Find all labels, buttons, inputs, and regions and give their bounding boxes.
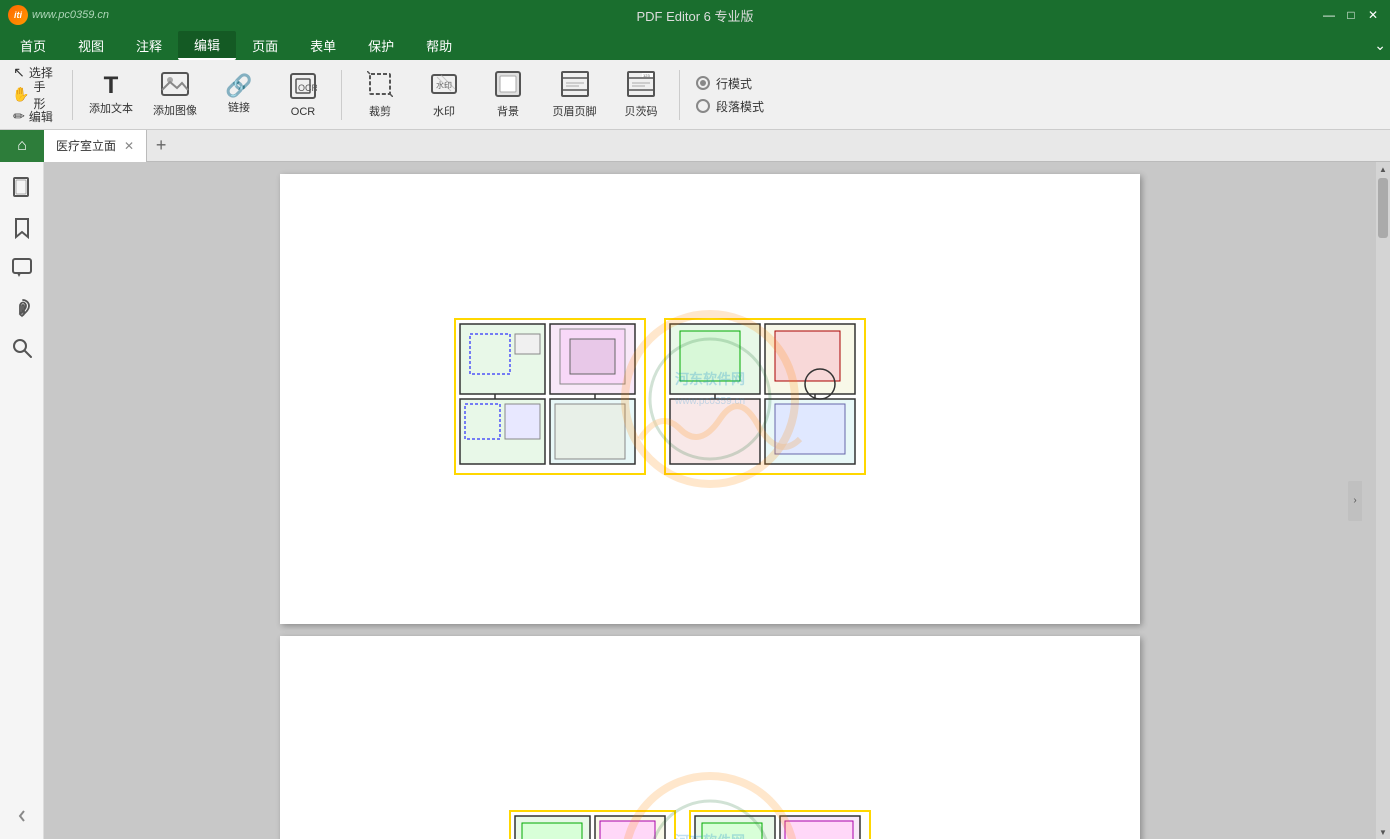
menu-item-comment[interactable]: 注释 — [120, 32, 178, 59]
floor-plan-2: 河东软件网 www.pc0359.cn — [280, 636, 1140, 839]
doc-tab-label: 医疗室立面 — [56, 137, 116, 154]
main-area: 河东软件网 www.pc0359.cn — [0, 162, 1390, 839]
toolbar: ↖ 选择 ✋ 手形 ✏ 编辑 T 添加文本 添加图像 🔗 链接 — [0, 60, 1390, 130]
background-button[interactable]: 背景 — [478, 65, 538, 125]
header-footer-icon — [561, 71, 589, 101]
menu-item-form[interactable]: 表单 — [294, 32, 352, 59]
brand-logo: iti www.pc0359.cn — [8, 5, 109, 25]
add-text-button[interactable]: T 添加文本 — [81, 65, 141, 125]
app-logo-icon: iti — [8, 5, 28, 25]
scroll-up-arrow[interactable]: ▲ — [1376, 162, 1390, 176]
crop-button[interactable]: 裁剪 — [350, 65, 410, 125]
bates-label: 贝茨码 — [625, 103, 658, 119]
bates-button[interactable]: 123 贝茨码 — [611, 65, 671, 125]
ocr-label: OCR — [291, 106, 315, 118]
paragraph-mode-label: 段落模式 — [716, 98, 764, 115]
separator-1 — [72, 70, 73, 120]
expand-arrow[interactable]: ⌄ — [1374, 37, 1386, 54]
scroll-thumb[interactable] — [1378, 178, 1388, 238]
menu-item-protect[interactable]: 保护 — [352, 32, 410, 59]
header-footer-button[interactable]: 页眉页脚 — [542, 65, 607, 125]
watermark-icon: 水印 — [431, 71, 457, 101]
separator-3 — [679, 70, 680, 120]
edit-tool[interactable]: ✏ 编辑 — [8, 107, 58, 127]
menu-item-home[interactable]: 首页 — [4, 32, 62, 59]
menu-bar: 首页 视图 注释 编辑 页面 表单 保护 帮助 ⌄ — [0, 30, 1390, 60]
menu-item-page[interactable]: 页面 — [236, 32, 294, 59]
menu-item-help[interactable]: 帮助 — [410, 32, 468, 59]
ocr-button[interactable]: OCR OCR — [273, 65, 333, 125]
hand-tool[interactable]: ✋ 手形 — [8, 85, 58, 105]
home-tab[interactable]: ⌂ — [0, 130, 44, 162]
background-icon — [495, 71, 521, 101]
ocr-icon: OCR — [289, 72, 317, 104]
window-controls: — □ ✕ — [1320, 6, 1382, 24]
sidebar-bookmarks-icon[interactable] — [4, 210, 40, 246]
title-bar: iti www.pc0359.cn PDF Editor 6 专业版 — □ ✕ — [0, 0, 1390, 30]
floor-plan-svg-2 — [500, 806, 920, 839]
add-tab-button[interactable]: + — [147, 132, 175, 160]
doc-tab-close[interactable]: ✕ — [124, 139, 134, 153]
row-mode-radio[interactable] — [696, 76, 710, 90]
row-mode-option[interactable]: 行模式 — [696, 75, 764, 92]
scroll-down-arrow[interactable]: ▼ — [1376, 825, 1390, 839]
sidebar-attachments-icon[interactable] — [4, 290, 40, 326]
watermark-button[interactable]: 水印 水印 — [414, 65, 474, 125]
row-mode-label: 行模式 — [716, 75, 752, 92]
add-text-label: 添加文本 — [89, 100, 133, 116]
pdf-page-1: 河东软件网 www.pc0359.cn — [280, 174, 1140, 624]
svg-text:123: 123 — [643, 73, 650, 78]
sidebar-comments-icon[interactable] — [4, 250, 40, 286]
add-image-label: 添加图像 — [153, 102, 197, 118]
link-button[interactable]: 🔗 链接 — [209, 65, 269, 125]
mode-options: 行模式 段落模式 — [696, 75, 764, 115]
sidebar-search-icon[interactable] — [4, 330, 40, 366]
content-area: 河东软件网 www.pc0359.cn — [44, 162, 1376, 839]
left-sidebar — [0, 162, 44, 839]
right-scrollbar: ▲ ▼ — [1376, 162, 1390, 839]
window-title: PDF Editor 6 专业版 — [636, 6, 753, 25]
close-button[interactable]: ✕ — [1364, 6, 1382, 24]
document-tab-1[interactable]: 医疗室立面 ✕ — [44, 130, 147, 162]
minimize-button[interactable]: — — [1320, 6, 1338, 24]
watermark-label: 水印 — [433, 103, 455, 119]
svg-text:OCR: OCR — [298, 83, 317, 93]
menu-item-edit[interactable]: 编辑 — [178, 31, 236, 60]
maximize-button[interactable]: □ — [1342, 6, 1360, 24]
background-label: 背景 — [497, 103, 519, 119]
crop-label: 裁剪 — [369, 103, 391, 119]
bates-icon: 123 — [627, 71, 655, 101]
right-panel-collapse[interactable]: › — [1348, 481, 1362, 521]
floor-plan-1: 河东软件网 www.pc0359.cn — [280, 174, 1140, 624]
link-label: 链接 — [228, 99, 250, 115]
sidebar-collapse-arrow[interactable] — [16, 806, 28, 831]
add-image-button[interactable]: 添加图像 — [145, 65, 205, 125]
paragraph-mode-option[interactable]: 段落模式 — [696, 98, 764, 115]
svg-text:水印: 水印 — [436, 80, 452, 90]
crop-icon — [367, 71, 393, 101]
menu-item-view[interactable]: 视图 — [62, 32, 120, 59]
link-icon: 🔗 — [225, 75, 252, 97]
paragraph-mode-radio[interactable] — [696, 99, 710, 113]
floor-plan-svg-1 — [440, 314, 980, 484]
tab-bar: ⌂ 医疗室立面 ✕ + — [0, 130, 1390, 162]
add-image-icon — [161, 72, 189, 100]
sidebar-pages-icon[interactable] — [4, 170, 40, 206]
pdf-page-2: 河东软件网 www.pc0359.cn — [280, 636, 1140, 839]
brand-url: www.pc0359.cn — [32, 9, 109, 21]
separator-2 — [341, 70, 342, 120]
header-footer-label: 页眉页脚 — [553, 103, 597, 119]
